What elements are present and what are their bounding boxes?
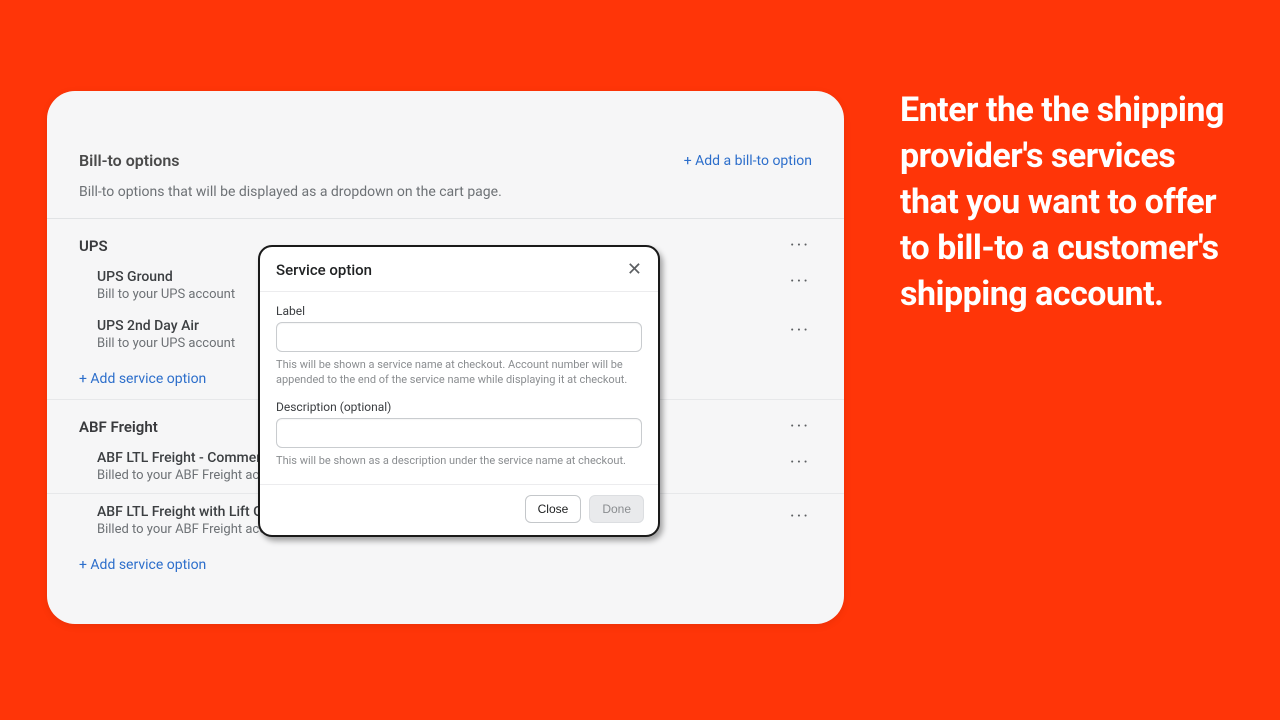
description-field-help: This will be shown as a description unde… bbox=[276, 453, 642, 468]
service-description: Bill to your UPS account bbox=[97, 287, 235, 302]
close-button[interactable]: Close bbox=[525, 495, 582, 523]
modal-title: Service option bbox=[276, 261, 372, 279]
more-actions-icon[interactable]: ··· bbox=[788, 414, 812, 440]
description-input[interactable] bbox=[276, 418, 642, 448]
card-header: Bill-to options + Add a bill-to option bbox=[79, 151, 812, 170]
more-actions-icon[interactable]: ··· bbox=[788, 269, 812, 295]
service-name: UPS 2nd Day Air bbox=[97, 318, 235, 334]
close-icon[interactable]: ✕ bbox=[627, 261, 642, 279]
more-actions-icon[interactable]: ··· bbox=[788, 504, 812, 530]
more-actions-icon[interactable]: ··· bbox=[788, 450, 812, 476]
add-service-option-link[interactable]: + Add service option bbox=[79, 543, 812, 581]
description-field-label: Description (optional) bbox=[276, 400, 642, 414]
modal-footer: Close Done bbox=[260, 484, 658, 535]
service-description: Bill to your UPS account bbox=[97, 336, 235, 351]
card-title: Bill-to options bbox=[79, 151, 180, 170]
more-actions-icon[interactable]: ··· bbox=[788, 318, 812, 344]
modal-header: Service option ✕ bbox=[260, 247, 658, 292]
label-input[interactable] bbox=[276, 322, 642, 352]
service-option-modal: Service option ✕ Label This will be show… bbox=[258, 245, 660, 537]
label-field-help: This will be shown a service name at che… bbox=[276, 357, 642, 388]
label-field-label: Label bbox=[276, 304, 642, 318]
modal-body: Label This will be shown a service name … bbox=[260, 292, 658, 476]
more-actions-icon[interactable]: ··· bbox=[788, 233, 812, 259]
done-button[interactable]: Done bbox=[589, 495, 644, 523]
card-subtitle: Bill-to options that will be displayed a… bbox=[79, 184, 812, 200]
provider-name: UPS bbox=[79, 237, 108, 255]
provider-name: ABF Freight bbox=[79, 418, 158, 436]
promo-headline: Enter the the shipping provider's servic… bbox=[900, 88, 1240, 317]
service-name: UPS Ground bbox=[97, 269, 235, 285]
add-bill-to-option-link[interactable]: + Add a bill-to option bbox=[684, 153, 812, 169]
